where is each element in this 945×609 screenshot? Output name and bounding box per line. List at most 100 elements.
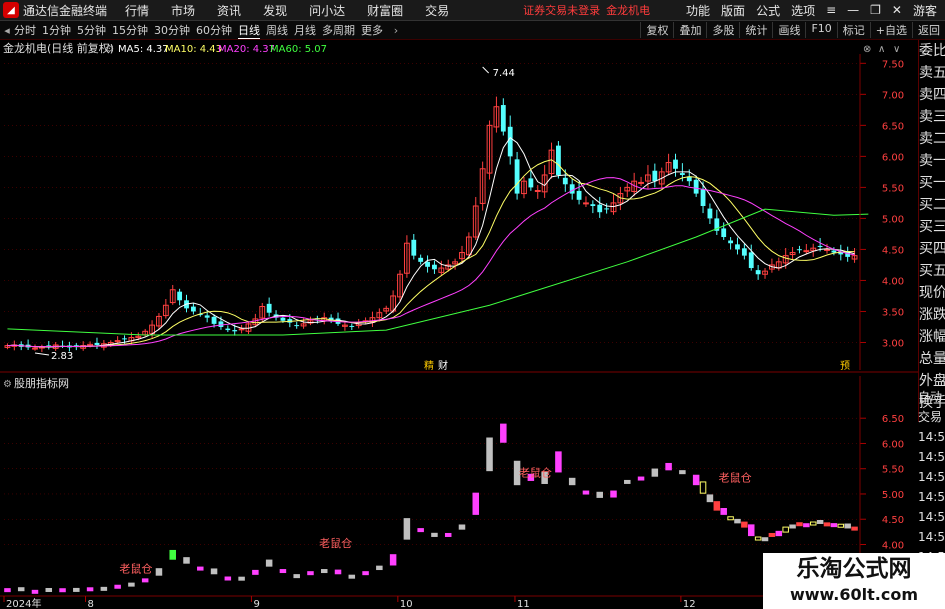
indicator-bar xyxy=(699,481,707,494)
period-fenshi[interactable]: 分时 xyxy=(14,22,36,38)
period-daily[interactable]: 日线 xyxy=(238,22,260,39)
candle-body xyxy=(735,244,740,250)
btn-fuquan[interactable]: 复权 xyxy=(640,22,673,38)
restore-icon[interactable]: ❐ xyxy=(870,3,881,17)
indicator-bar xyxy=(610,490,617,498)
candle-body xyxy=(824,248,830,251)
x-axis: 2024年891011121 xyxy=(0,595,860,609)
settings-icon-sub[interactable]: ⚙ xyxy=(3,379,12,390)
menu-jiaoyi[interactable]: 交易 xyxy=(425,2,449,19)
ma60-line xyxy=(7,208,869,336)
candle-body xyxy=(528,178,534,188)
indicator-bar xyxy=(844,523,851,529)
login-warning[interactable]: 证券交易未登录 xyxy=(523,2,600,18)
price-tick-label: 6.50 xyxy=(882,121,904,132)
candle-body xyxy=(817,245,823,247)
menu-shichang[interactable]: 市场 xyxy=(171,2,195,19)
btn-biaoji[interactable]: 标记 xyxy=(836,22,870,38)
annotation-arrow xyxy=(482,66,490,74)
menu-gongneng[interactable]: 功能 xyxy=(686,2,710,19)
tick-trade[interactable]: 交易 xyxy=(918,407,945,427)
laoshucang-label: 老鼠仓 xyxy=(319,536,352,550)
btn-fanhui[interactable]: 返回 xyxy=(912,22,945,38)
candle-body xyxy=(673,159,678,169)
indicator-bar xyxy=(713,501,721,511)
menu-caifuquan[interactable]: 财富圈 xyxy=(367,2,403,19)
indicator-bar xyxy=(197,566,204,571)
watermark-title: 乐淘公式网 xyxy=(796,556,912,582)
ma20-label: MA20: 4.37 xyxy=(218,44,275,55)
indicator-bar xyxy=(809,521,817,526)
left-arrow-icon[interactable]: ◂ xyxy=(0,24,14,37)
menu-faxian[interactable]: 发现 xyxy=(263,2,287,19)
btn-f10[interactable]: F10 xyxy=(805,22,836,38)
price-tick-label: 6.00 xyxy=(882,152,904,163)
indicator-bar xyxy=(238,576,245,581)
period-weekly[interactable]: 周线 xyxy=(266,22,288,38)
indicator-bar xyxy=(73,587,80,592)
menu-wenxiaoda[interactable]: 问小达 xyxy=(309,2,345,19)
indicator-bar xyxy=(293,574,300,579)
menu-zixun[interactable]: 资讯 xyxy=(217,2,241,19)
menu-icon[interactable]: ≡ xyxy=(826,3,836,17)
btn-duogu[interactable]: 多股 xyxy=(706,22,739,38)
marker-yu[interactable]: 预 xyxy=(840,360,850,372)
guest-user[interactable]: 游客 xyxy=(913,2,937,19)
indicator-bar xyxy=(796,522,803,527)
indicator-bar xyxy=(17,587,25,592)
indicator-bar xyxy=(128,582,135,587)
indicator-bar xyxy=(823,522,831,527)
candle-body xyxy=(280,317,286,321)
price-tick-label: 5.00 xyxy=(882,214,904,225)
period-monthly[interactable]: 月线 xyxy=(294,22,316,38)
indicator-bar xyxy=(789,524,796,529)
menu-gongshi[interactable]: 公式 xyxy=(756,2,780,19)
panel-expand-icon[interactable]: ∧ xyxy=(878,44,885,55)
period-1min[interactable]: 1分钟 xyxy=(42,22,71,38)
indicator-bar xyxy=(782,526,789,533)
ma20-line xyxy=(7,177,855,348)
indicator-bar xyxy=(155,568,163,576)
kline-chart[interactable]: 7.44 2.83 3.00 3.50 4.00 4.50 5.00 5.50 6.00 6.5… xyxy=(0,40,918,609)
marker-jing[interactable]: 精 xyxy=(424,359,434,372)
indicator-bar xyxy=(169,549,176,560)
period-5min[interactable]: 5分钟 xyxy=(77,22,106,38)
menu-hangqing[interactable]: 行情 xyxy=(125,2,149,19)
period-more[interactable]: 更多 xyxy=(361,22,383,38)
marker-cai[interactable]: 财 xyxy=(438,359,448,372)
minimize-icon[interactable]: — xyxy=(847,3,859,17)
indicator-bar xyxy=(224,576,232,581)
btn-diejia[interactable]: 叠加 xyxy=(673,22,706,38)
candle-body xyxy=(604,208,610,210)
x-tick-label: 8 xyxy=(88,599,94,609)
indicator-bar xyxy=(816,519,824,524)
candle-body xyxy=(225,328,231,331)
more-chevron-icon[interactable]: › xyxy=(389,24,403,37)
laoshucang-label: 老鼠仓 xyxy=(719,470,752,484)
period-60min[interactable]: 60分钟 xyxy=(196,22,232,38)
tick-auto[interactable]: 自动 xyxy=(918,387,945,407)
indicator-bar xyxy=(307,571,314,576)
settings-icon[interactable]: ⚙ xyxy=(105,44,114,55)
indicator-bar xyxy=(417,528,424,533)
close-icon[interactable]: ✕ xyxy=(892,3,902,17)
menu-banmian[interactable]: 版面 xyxy=(721,2,745,19)
tick-time: 14:56 xyxy=(918,490,945,504)
btn-tongji[interactable]: 统计 xyxy=(739,22,772,38)
indicator-bar xyxy=(706,494,714,503)
panel-collapse-icon[interactable]: ∨ xyxy=(893,44,900,55)
panel-close-icon[interactable]: ⊗ xyxy=(863,44,871,55)
btn-huaxian[interactable]: 画线 xyxy=(772,22,805,38)
candle-body xyxy=(803,250,810,253)
menu-xuanxiang[interactable]: 选项 xyxy=(791,2,815,19)
period-multi[interactable]: 多周期 xyxy=(322,22,355,38)
ma10-label: MA10: 4.43 xyxy=(165,44,222,55)
candle-body xyxy=(831,250,837,253)
tick-time: 14:56 xyxy=(918,530,945,544)
sub-tick-label: 6.50 xyxy=(882,414,904,425)
btn-zixuan[interactable]: +自选 xyxy=(869,22,912,38)
period-30min[interactable]: 30分钟 xyxy=(154,22,190,38)
indicator-bar xyxy=(803,523,810,528)
period-15min[interactable]: 15分钟 xyxy=(112,22,148,38)
indicator-bar xyxy=(830,523,838,528)
